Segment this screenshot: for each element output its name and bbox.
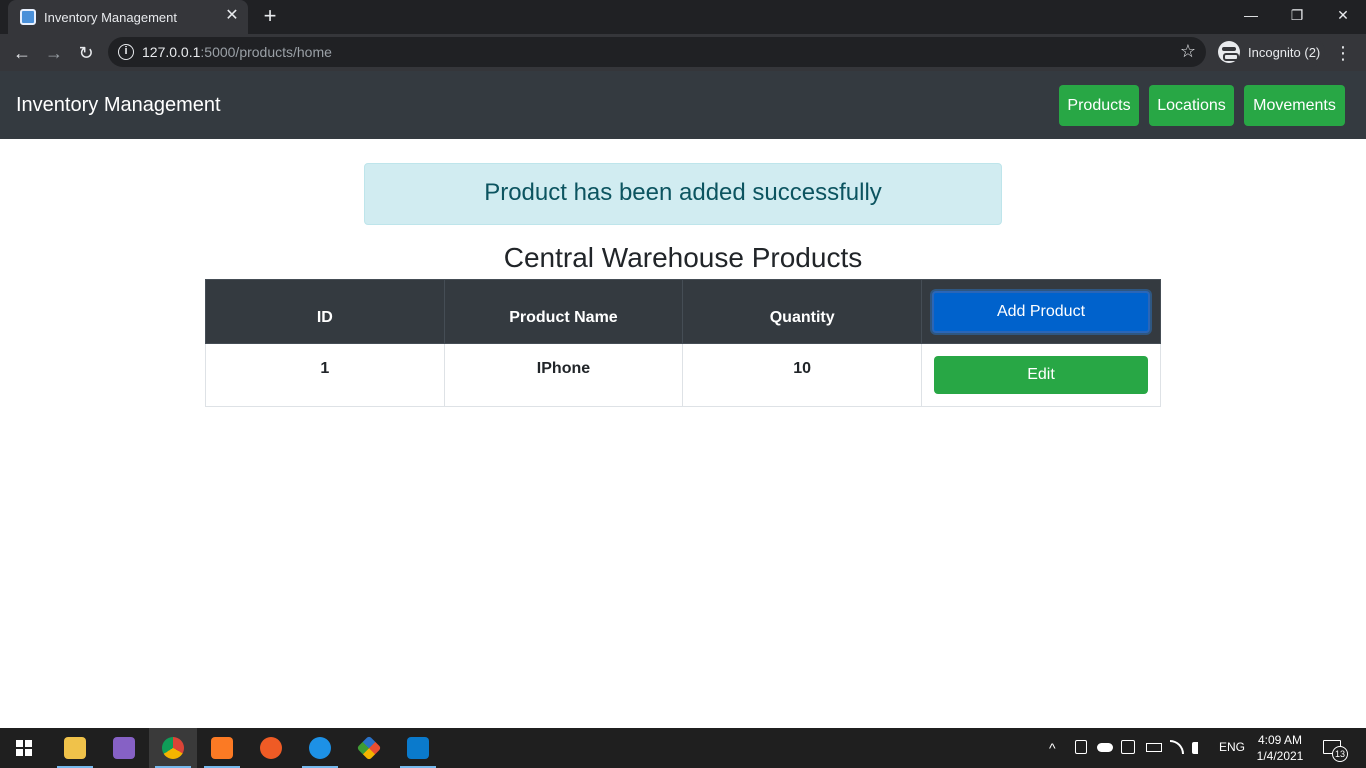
- visual-studio-icon[interactable]: [100, 728, 148, 768]
- tab-favicon-icon: [20, 9, 36, 25]
- header-actions: Add Product: [921, 279, 1161, 344]
- vs-code-logo-icon: [407, 737, 429, 759]
- visual-studio-logo-icon: [113, 737, 135, 759]
- movements-nav-button[interactable]: Movements: [1244, 85, 1345, 126]
- header-id: ID: [205, 279, 445, 344]
- table-row: 1 IPhone 10 Edit: [205, 343, 1161, 407]
- security-icon[interactable]: [1121, 740, 1135, 754]
- site-info-icon[interactable]: i: [118, 44, 134, 60]
- products-table: ID Product Name Quantity Add Product 1 I…: [205, 279, 1161, 407]
- url-text[interactable]: 127.0.0.1:5000/products/home: [142, 44, 332, 60]
- locations-nav-button[interactable]: Locations: [1149, 85, 1234, 126]
- vs-code-icon[interactable]: [394, 728, 442, 768]
- close-window-button[interactable]: ✕: [1320, 0, 1366, 30]
- browser-toolbar: ← → ↻ i 127.0.0.1:5000/products/home ☆ I…: [0, 34, 1366, 71]
- clock-date: 1/4/2021: [1256, 749, 1304, 763]
- folder-icon: [64, 737, 86, 759]
- cell-id: 1: [205, 343, 445, 407]
- browser-tab[interactable]: Inventory Management ✕: [8, 0, 248, 34]
- chrome-logo-icon: [162, 737, 184, 759]
- restore-button[interactable]: ❐: [1274, 0, 1320, 30]
- git-logo-icon: [356, 735, 382, 761]
- windows-taskbar: ^ ENG 4:09 AM 1/4/2021 13: [0, 728, 1366, 768]
- products-nav-button[interactable]: Products: [1059, 85, 1139, 126]
- table-header-row: ID Product Name Quantity Add Product: [205, 279, 1161, 344]
- forward-icon[interactable]: →: [41, 40, 67, 66]
- git-icon[interactable]: [345, 728, 393, 768]
- url-host: 127.0.0.1: [142, 44, 201, 60]
- header-quantity: Quantity: [682, 279, 923, 344]
- url-path: :5000/products/home: [200, 44, 332, 60]
- onedrive-cloud-icon[interactable]: [1097, 743, 1113, 752]
- incognito-profile-button[interactable]: Incognito (2): [1213, 37, 1325, 67]
- tab-close-icon[interactable]: ✕: [223, 7, 241, 25]
- browser-tab-strip: Inventory Management ✕ + — ❐ ✕: [0, 0, 1366, 34]
- add-product-button[interactable]: Add Product: [932, 290, 1150, 333]
- app-navbar: Inventory Management Products Locations …: [0, 71, 1366, 139]
- notification-count-badge: 13: [1332, 746, 1348, 762]
- docker-icon[interactable]: [296, 728, 344, 768]
- battery-icon[interactable]: [1146, 743, 1162, 752]
- header-product-name: Product Name: [443, 279, 684, 344]
- language-indicator[interactable]: ENG: [1219, 740, 1245, 754]
- postman-logo-icon: [260, 737, 282, 759]
- browser-menu-icon[interactable]: ⋮: [1334, 40, 1352, 66]
- new-tab-button[interactable]: +: [259, 5, 281, 28]
- address-bar[interactable]: i 127.0.0.1:5000/products/home ☆: [108, 37, 1206, 67]
- tab-title: Inventory Management: [44, 10, 177, 25]
- success-alert: Product has been added successfully: [364, 163, 1002, 225]
- bookmark-star-icon[interactable]: ☆: [1180, 41, 1196, 62]
- reload-icon[interactable]: ↻: [73, 40, 99, 66]
- back-icon[interactable]: ←: [9, 40, 35, 66]
- windows-start-icon[interactable]: [16, 740, 32, 756]
- postman-icon[interactable]: [247, 728, 295, 768]
- edit-button[interactable]: Edit: [934, 356, 1148, 394]
- file-explorer-icon[interactable]: [51, 728, 99, 768]
- chrome-icon[interactable]: [149, 728, 197, 768]
- volume-icon[interactable]: [1192, 742, 1206, 754]
- show-hidden-icons-chevron[interactable]: ^: [1049, 740, 1056, 756]
- notification-center-icon[interactable]: 13: [1323, 738, 1348, 762]
- minimize-button[interactable]: —: [1228, 0, 1274, 30]
- page-title: Central Warehouse Products: [503, 242, 863, 273]
- navbar-brand[interactable]: Inventory Management: [16, 94, 221, 117]
- cell-quantity: 10: [682, 343, 923, 407]
- taskbar-clock[interactable]: 4:09 AM 1/4/2021: [1254, 732, 1306, 764]
- cell-actions: Edit: [921, 343, 1161, 407]
- clock-time: 4:09 AM: [1257, 733, 1303, 747]
- incognito-label: Incognito (2): [1248, 45, 1321, 60]
- wifi-icon[interactable]: [1170, 740, 1184, 754]
- xampp-icon[interactable]: [198, 728, 246, 768]
- cell-product-name: IPhone: [443, 343, 684, 407]
- incognito-icon: [1218, 41, 1240, 63]
- xampp-logo-icon: [211, 737, 233, 759]
- docker-logo-icon: [309, 737, 331, 759]
- meet-now-icon[interactable]: [1075, 740, 1087, 754]
